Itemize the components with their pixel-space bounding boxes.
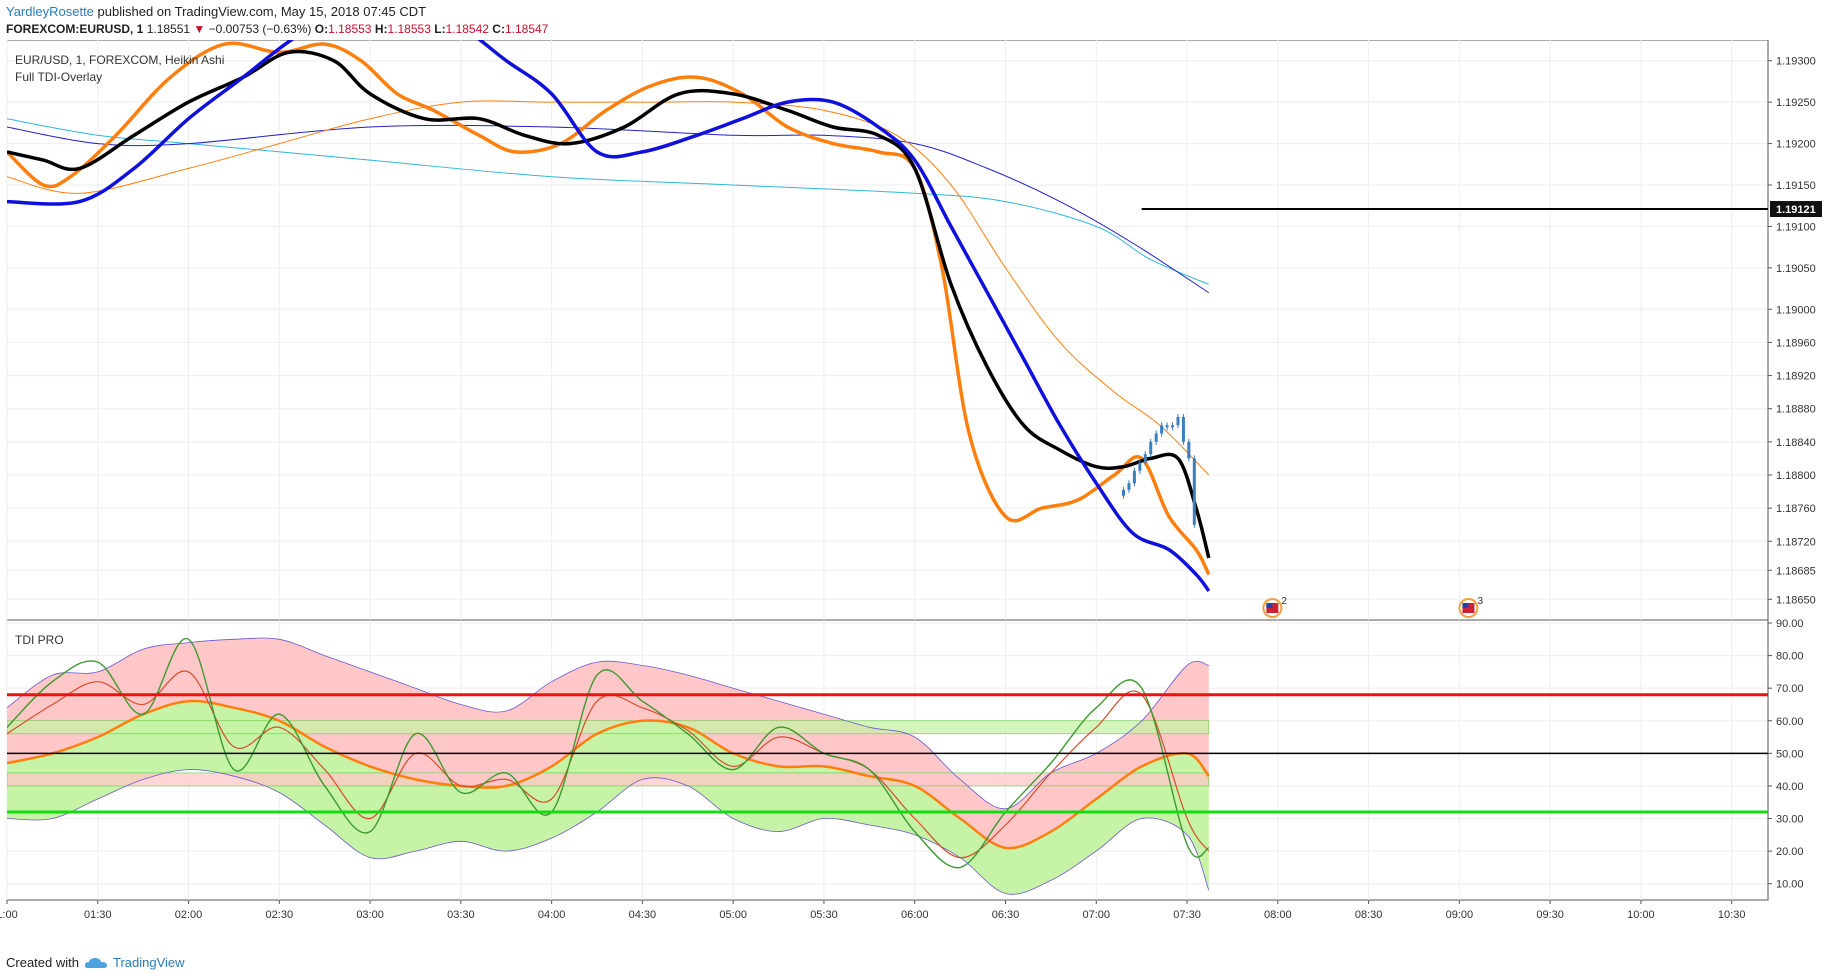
candle-body (1127, 483, 1131, 490)
y-tick-label: 1.18880 (1776, 404, 1816, 416)
y-tick-label: 1.19050 (1776, 263, 1816, 275)
x-tick-label: 02:00 (175, 909, 203, 921)
x-tick-label: 1:00 (0, 909, 18, 921)
x-tick-label: 03:00 (356, 909, 384, 921)
candle-body (1154, 433, 1158, 442)
tradingview-link[interactable]: TradingView (113, 955, 185, 970)
flag-canton (1462, 603, 1469, 608)
last-price: 1.18551 (146, 22, 191, 36)
y-tick-label: 40.00 (1776, 781, 1804, 793)
y-tick-label: 80.00 (1776, 651, 1804, 663)
x-tick-label: 09:30 (1536, 909, 1564, 921)
y-tick-label: 50.00 (1776, 748, 1804, 760)
close-label: C: (492, 22, 505, 36)
symbol-name: FOREXCOM:EURUSD, 1 (6, 22, 144, 36)
y-tick-label: 1.19150 (1776, 180, 1816, 192)
y-tick-label: 1.18960 (1776, 337, 1816, 349)
y-tick-label: 1.19250 (1776, 97, 1816, 109)
x-tick-label: 05:30 (810, 909, 838, 921)
candle-body (1138, 462, 1142, 471)
price-chart-svg[interactable]: 1.19300 1.19250 1.19200 1.19150 1.19100 1.190… (0, 40, 1824, 945)
y-tick-label: 1.19300 (1776, 56, 1816, 68)
candle-body (1192, 458, 1196, 525)
y-tick-label: 60.00 (1776, 716, 1804, 728)
candle-body (1176, 417, 1180, 426)
overlay-indicator-title[interactable]: Full TDI-Overlay (15, 70, 102, 84)
event-count-label: 3 (1477, 596, 1483, 607)
y-tick-label: 1.18760 (1776, 503, 1816, 515)
candle-body (1181, 417, 1185, 442)
y-tick-label: 30.00 (1776, 814, 1804, 826)
x-tick-label: 04:30 (629, 909, 657, 921)
tdi-zone-band (7, 772, 1210, 787)
y-tick-label: 1.18685 (1776, 565, 1816, 577)
y-tick-label: 1.18920 (1776, 371, 1816, 383)
down-arrow-icon: ▼ (193, 22, 206, 36)
footer: Created with TradingView (6, 955, 185, 970)
y-tick-label: 20.00 (1776, 846, 1804, 858)
chart-area[interactable]: 1.19300 1.19250 1.19200 1.19150 1.19100 1.190… (0, 40, 1824, 945)
x-tick-label: 09:00 (1446, 909, 1474, 921)
low-label: L: (434, 22, 446, 36)
price-marker-label: 1.19121 (1776, 204, 1816, 216)
price-change: −0.00753 (−0.63%) (208, 22, 312, 36)
y-tick-label: 1.19200 (1776, 139, 1816, 151)
candle-body (1187, 441, 1191, 459)
created-with-text: Created with (6, 955, 79, 970)
y-tick-label: 1.19000 (1776, 304, 1816, 316)
x-tick-label: 02:30 (266, 909, 294, 921)
y-tick-label: 1.18650 (1776, 594, 1816, 606)
candle-body (1165, 425, 1169, 428)
x-tick-label: 07:00 (1083, 909, 1111, 921)
x-tick-label: 03:30 (447, 909, 475, 921)
y-tick-label: 1.18840 (1776, 437, 1816, 449)
candle-body (1171, 425, 1175, 428)
main-pane-title[interactable]: EUR/USD, 1, FOREXCOM, Heikin Ashi (15, 53, 224, 67)
candle-body (1132, 470, 1136, 484)
tdi-zone-band (7, 720, 1210, 735)
tdi-pane-title[interactable]: TDI PRO (15, 633, 64, 647)
tradingview-logo-icon (84, 957, 107, 968)
x-tick-label: 05:00 (719, 909, 747, 921)
flag-canton (1266, 603, 1273, 608)
candle-body (1149, 441, 1153, 455)
high-label: H: (374, 22, 388, 36)
close-value: 1.18547 (504, 22, 549, 36)
event-count-label: 2 (1281, 596, 1287, 607)
candle-body (1160, 425, 1164, 434)
author-link[interactable]: YardleyRosette (6, 4, 94, 19)
low-value: 1.18542 (445, 22, 489, 36)
publish-header: YardleyRosette published on TradingView.… (6, 4, 426, 20)
main-pane-frame (6, 40, 1769, 621)
y-tick-label: 70.00 (1776, 683, 1804, 695)
x-tick-label: 10:30 (1718, 909, 1746, 921)
x-tick-label: 10:00 (1627, 909, 1655, 921)
y-tick-label: 90.00 (1776, 618, 1804, 630)
y-tick-label: 1.19100 (1776, 221, 1816, 233)
open-label: O: (314, 22, 329, 36)
x-tick-label: 07:30 (1173, 909, 1201, 921)
x-tick-label: 08:00 (1264, 909, 1292, 921)
x-tick-label: 01:30 (84, 909, 112, 921)
x-tick-label: 08:30 (1355, 909, 1383, 921)
y-tick-label: 1.18720 (1776, 536, 1816, 548)
x-tick-label: 06:30 (992, 909, 1020, 921)
symbol-row: FOREXCOM:EURUSD, 1 1.18551 ▼ −0.00753 (−… (6, 22, 548, 37)
x-tick-label: 04:00 (538, 909, 566, 921)
candle-body (1122, 489, 1126, 496)
open-value: 1.18553 (328, 22, 372, 36)
published-text: published on TradingView.com, May 15, 20… (93, 4, 427, 19)
candle-body (1143, 454, 1147, 463)
high-value: 1.18553 (387, 22, 431, 36)
x-tick-label: 06:00 (901, 909, 929, 921)
y-tick-label: 10.00 (1776, 879, 1804, 891)
y-tick-label: 1.18800 (1776, 470, 1816, 482)
